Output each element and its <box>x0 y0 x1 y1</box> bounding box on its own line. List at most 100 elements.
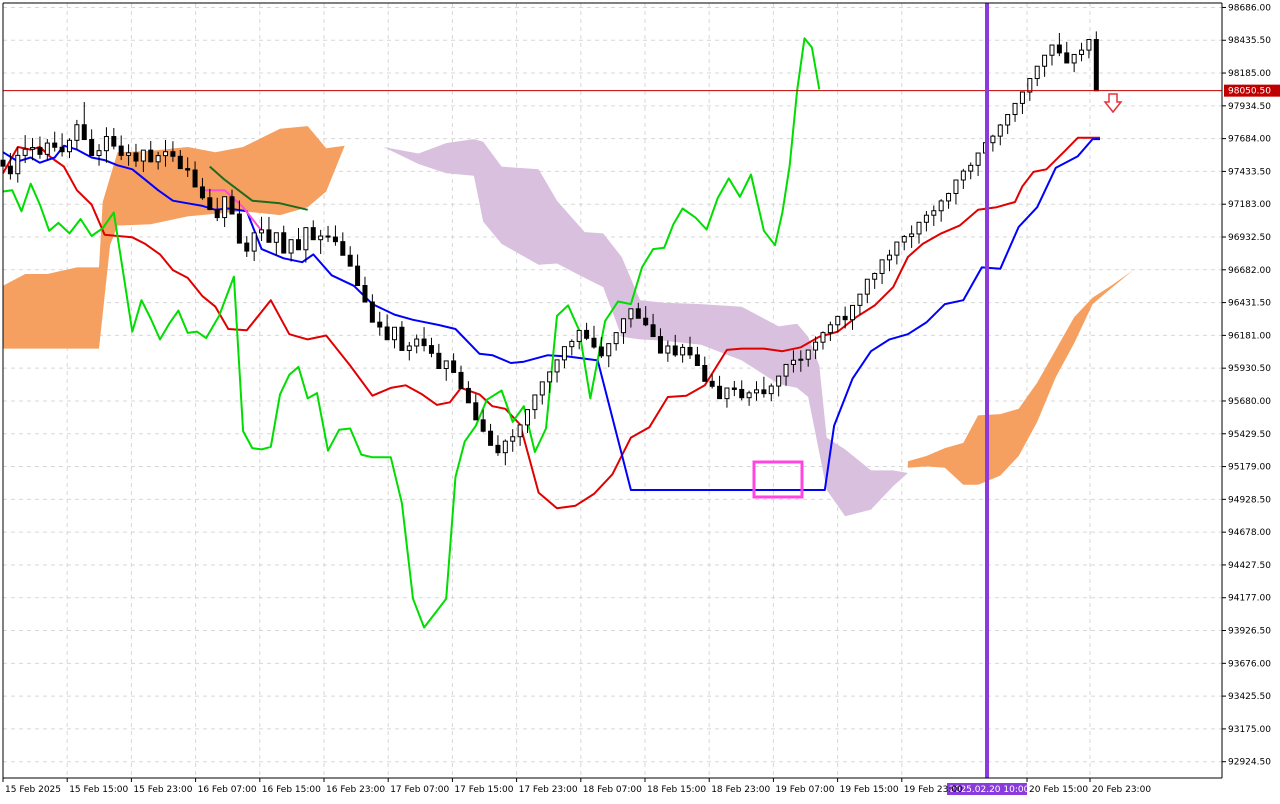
candle-body-bear <box>362 285 368 303</box>
x-tick-label: 16 Feb 07:00 <box>198 785 257 795</box>
candle-body-bull <box>96 150 102 157</box>
y-tick-label: 93926.50 <box>1228 627 1271 637</box>
chart-canvas[interactable]: 98050.502025.02.20 10:00 98686.0098435.5… <box>0 0 1280 800</box>
candle-body-bear <box>214 209 220 219</box>
candle-body-bear <box>643 317 649 326</box>
y-tick-label: 95930.50 <box>1228 364 1271 374</box>
candle-body-bull <box>820 332 826 343</box>
candle-body-bull <box>835 315 841 326</box>
candle-body-bull <box>931 210 937 216</box>
candle-body-bull <box>1019 91 1025 104</box>
candle-body-bull <box>502 440 508 454</box>
candle-body-bull <box>547 371 553 383</box>
x-tick-label: 20 Feb 23:00 <box>1092 785 1151 795</box>
candle-body-bull <box>776 375 782 387</box>
y-tick-label: 93425.50 <box>1228 692 1271 702</box>
candle-body-bear <box>7 165 13 175</box>
y-tick-label: 95680.00 <box>1228 397 1271 407</box>
candle-body-bear <box>118 145 124 156</box>
current-price-label: 98050.50 <box>1228 87 1271 97</box>
candle-body-bear <box>369 301 375 323</box>
candle-body-bull <box>15 154 21 175</box>
candle-body-bull <box>532 394 538 411</box>
candle-body-bull <box>222 196 228 219</box>
y-tick-label: 97934.50 <box>1228 102 1271 112</box>
candle-body-bear <box>185 168 191 171</box>
candle-body-bull <box>414 338 420 347</box>
y-tick-label: 95429.50 <box>1228 430 1271 440</box>
x-tick-label: 19 Feb 23:00 <box>904 785 963 795</box>
candle-body-bear <box>702 364 708 382</box>
candle-body-bear <box>635 308 641 319</box>
candle-body-bull <box>798 358 804 361</box>
candle-body-bull <box>22 148 28 156</box>
candle-body-bull <box>953 179 959 194</box>
candle-body-bull <box>960 170 966 181</box>
candle-body-bear <box>266 229 272 243</box>
candle-body-bull <box>850 304 856 321</box>
candle-body-bull <box>938 200 944 212</box>
candle-body-bear <box>598 346 604 357</box>
candle-body-bear <box>709 380 715 387</box>
candle-body-bull <box>443 360 449 370</box>
candle-body-bull <box>879 259 885 274</box>
candle-body-bear <box>399 326 405 351</box>
candle-body-bull <box>539 381 545 396</box>
candle-body-bull <box>74 124 80 141</box>
candle-body-bull <box>318 235 324 241</box>
candle <box>1093 31 1099 92</box>
candle-body-bear <box>355 265 361 287</box>
candle-body-bull <box>1027 78 1033 93</box>
candle-body-bull <box>857 293 863 306</box>
candle-body-bear <box>687 346 693 356</box>
candle-body-bear <box>81 124 87 141</box>
candle-body-bear <box>591 337 597 348</box>
candle-body-bull <box>576 329 582 342</box>
candle-body-bull <box>606 343 612 357</box>
candle-body-bull <box>1005 114 1011 126</box>
candle-body-bull <box>805 349 811 360</box>
candle-body-bull <box>288 239 294 254</box>
candle-body-bull <box>1079 49 1085 55</box>
candle-body-bull <box>303 227 309 251</box>
x-tick-label: 15 Feb 2025 <box>5 785 61 795</box>
candle-body-bear <box>672 345 678 356</box>
candle-body-bear <box>1056 44 1062 54</box>
candle-body-bear <box>1093 39 1099 92</box>
x-tick-label: 16 Feb 15:00 <box>262 785 321 795</box>
candle-body-bear <box>465 387 471 404</box>
candle-body-bull <box>1012 102 1018 116</box>
candle-body-bear <box>332 236 338 243</box>
trading-chart[interactable]: 98050.50 2025.02.20 10:00 98686.00 98435.5… <box>0 0 1280 800</box>
candle-body-bear <box>89 139 95 157</box>
candle-body-bull <box>273 232 279 243</box>
candle-body-bull <box>406 345 412 351</box>
x-tick-label: 17 Feb 15:00 <box>454 785 513 795</box>
candle-body-bull <box>746 392 752 399</box>
candle-body-bear <box>170 151 176 157</box>
candle-body-bull <box>561 346 567 361</box>
candle-body-bear <box>428 345 434 354</box>
candle-body-bear <box>236 213 242 244</box>
y-tick-label: 97433.50 <box>1228 167 1271 177</box>
y-tick-label: 98435.50 <box>1228 36 1271 46</box>
candle-body-bear <box>37 147 43 155</box>
candle-body-bear <box>177 155 183 170</box>
candle-body-bear <box>325 235 331 238</box>
candle-body-bear <box>488 430 494 446</box>
candle-body-bear <box>421 338 427 347</box>
candle-body-bull <box>909 233 915 238</box>
x-tick-label: 18 Feb 07:00 <box>583 785 642 795</box>
candle-body-bear <box>842 315 848 321</box>
candle-body-bull <box>923 214 929 223</box>
y-tick-label: 96932.50 <box>1228 233 1271 243</box>
y-tick-label: 97183.00 <box>1228 200 1271 210</box>
candle-body-bull <box>392 326 398 341</box>
candle-body-bear <box>458 371 464 389</box>
x-tick-label: 17 Feb 23:00 <box>519 785 578 795</box>
candle-body-bear <box>192 169 198 188</box>
candle-body-bull <box>613 332 619 345</box>
candle-body-bear <box>244 242 250 252</box>
candle-body-bear <box>650 324 656 338</box>
candle-body-bear <box>59 146 65 153</box>
